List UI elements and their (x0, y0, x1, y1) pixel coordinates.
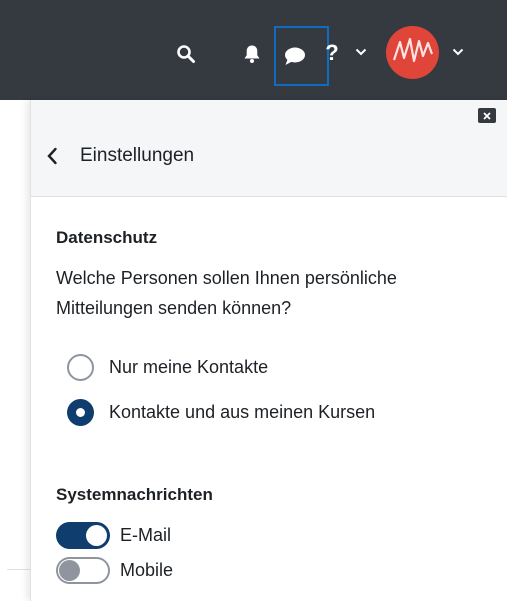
toggle-label: E-Mail (120, 525, 172, 545)
system-messages-heading: Systemnachrichten (56, 485, 213, 504)
privacy-question: Welche Personen sollen Ihnen persönliche… (56, 268, 397, 318)
top-navbar: ? (0, 0, 507, 100)
message-drawer: Einstellungen Datenschutz Welche Persone… (30, 100, 507, 601)
chat-bubble-icon (284, 47, 306, 66)
page-background (0, 100, 30, 601)
radio-label: Kontakte und aus meinen Kursen (109, 402, 376, 422)
drawer-header: Einstellungen (31, 100, 507, 197)
radio-label: Nur meine Kontakte (109, 357, 269, 377)
chevron-left-icon[interactable] (46, 146, 62, 166)
toggle-switch[interactable] (56, 557, 110, 584)
toggle-email[interactable]: E-Mail (56, 522, 171, 549)
radio-option-contacts[interactable]: Nur meine Kontakte (67, 354, 268, 381)
toggle-mobile[interactable]: Mobile (56, 557, 173, 584)
radio-button[interactable] (67, 354, 94, 381)
bell-icon[interactable] (238, 40, 266, 68)
close-icon[interactable] (478, 108, 496, 123)
help-label: ? (325, 40, 339, 65)
radio-option-contacts-courses[interactable]: Kontakte und aus meinen Kursen (67, 399, 375, 426)
privacy-heading: Datenschutz (56, 228, 158, 247)
user-avatar[interactable] (386, 26, 439, 79)
search-icon[interactable] (172, 40, 200, 68)
drawer-title: Einstellungen (80, 145, 195, 166)
chevron-down-icon[interactable] (354, 44, 368, 60)
toggle-label: Mobile (120, 560, 174, 580)
toggle-switch[interactable] (56, 522, 110, 549)
help-button[interactable]: ? (320, 38, 344, 68)
radio-button[interactable] (67, 399, 94, 426)
chevron-down-icon[interactable] (451, 44, 465, 60)
divider (7, 569, 30, 570)
